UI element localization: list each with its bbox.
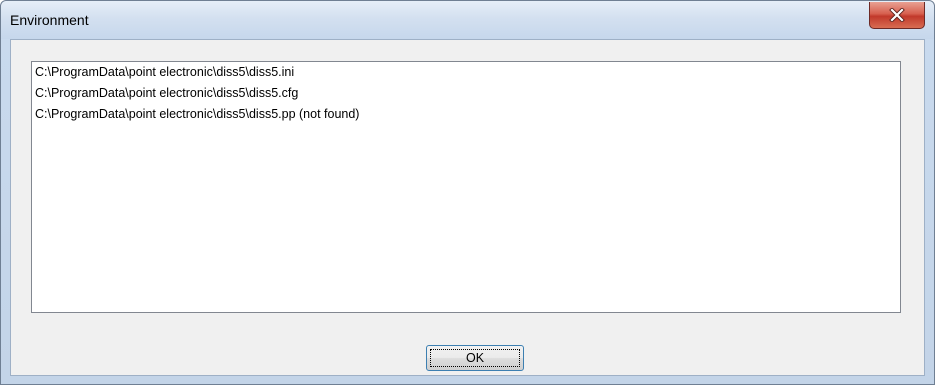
window-title: Environment: [10, 12, 89, 28]
environment-dialog: Environment C:\ProgramData\point electro…: [0, 0, 935, 385]
title-bar[interactable]: Environment: [1, 1, 934, 39]
list-item[interactable]: C:\ProgramData\point electronic\diss5\di…: [32, 104, 900, 125]
dialog-body: C:\ProgramData\point electronic\diss5\di…: [10, 39, 925, 376]
close-icon: [870, 2, 924, 28]
close-button[interactable]: [869, 2, 925, 29]
list-item[interactable]: C:\ProgramData\point electronic\diss5\di…: [32, 83, 900, 104]
list-item[interactable]: C:\ProgramData\point electronic\diss5\di…: [32, 62, 900, 83]
ok-button-label: OK: [465, 351, 485, 365]
ok-button[interactable]: OK: [426, 345, 524, 371]
file-listbox[interactable]: C:\ProgramData\point electronic\diss5\di…: [31, 61, 901, 313]
